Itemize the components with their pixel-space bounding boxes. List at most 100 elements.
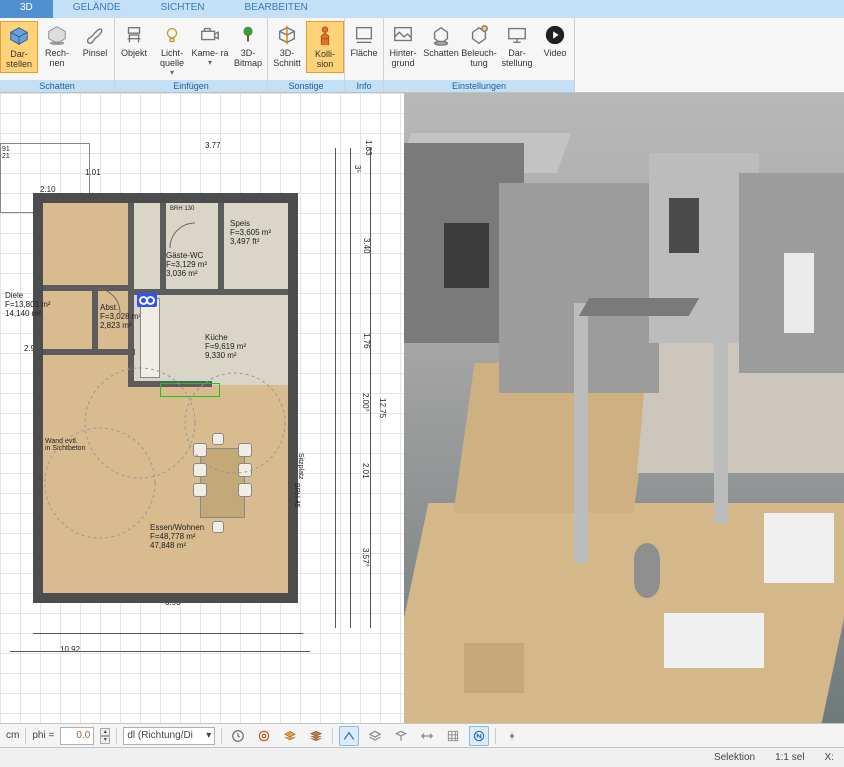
rechnen-label: Rech- nen <box>38 49 76 69</box>
phi-input[interactable] <box>60 727 94 745</box>
cooktop-icon <box>137 293 157 307</box>
cube-shadow-icon <box>45 23 69 47</box>
dim-3r: 3⁵ <box>353 165 362 173</box>
display-icon <box>505 23 529 47</box>
unit-label: cm <box>6 730 19 741</box>
note-part: 9121 <box>2 146 10 160</box>
note-wand: Wand evtl. in Sichtbeton <box>45 438 85 452</box>
tab-gelaende[interactable]: GELÄNDE <box>53 0 141 18</box>
dim-3.57: 3.57° <box>361 548 370 567</box>
background-icon <box>391 23 415 47</box>
ribbon: Dar- stellen Rech- nen Pinsel Schatten O… <box>0 18 844 93</box>
snap-layers-icon[interactable] <box>365 726 385 746</box>
kamera-button[interactable]: Kame- ra▾ <box>191 21 229 70</box>
bitmap-label: 3D- Bitmap <box>229 49 267 69</box>
bulb-icon <box>160 23 184 47</box>
video-label: Video <box>544 49 567 59</box>
snap-north-icon[interactable] <box>469 726 489 746</box>
lichtquelle-label: Licht- quelle <box>153 49 191 69</box>
dim-2.00: 2.00° <box>361 393 370 412</box>
schnitt-button[interactable]: 3D- Schnitt <box>268 21 306 71</box>
snap-plane-icon[interactable] <box>391 726 411 746</box>
kollision-label: Kolli- sion <box>307 50 343 70</box>
room-gaestewc: Gäste-WC F=3,129 m² 3,036 m² <box>166 251 207 279</box>
group-info: Info <box>345 80 383 92</box>
section-icon <box>275 23 299 47</box>
label-brh130: BRH 130 <box>170 206 194 213</box>
lighting-icon <box>467 23 491 47</box>
hintergrund-button[interactable]: Hinter- grund <box>384 21 422 71</box>
snap-endpoint-icon[interactable] <box>339 726 359 746</box>
camera-icon <box>198 23 222 47</box>
tab-bearbeiten[interactable]: BEARBEITEN <box>225 0 328 18</box>
video-button[interactable]: Video <box>536 21 574 61</box>
label-sitzplatz: Sitzplatz <box>296 453 304 479</box>
tab-3d[interactable]: 3D <box>0 0 53 18</box>
layers2-icon[interactable] <box>306 726 326 746</box>
main-tabs: 3D GELÄNDE SICHTEN BEARBEITEN <box>0 0 844 18</box>
phi-label: phi = <box>32 730 54 741</box>
flaeche-label: Fläche <box>350 49 377 59</box>
dim-3.77: 3.77 <box>205 141 221 150</box>
darstellen-label: Dar- stellen <box>1 50 37 70</box>
tree-icon <box>236 23 260 47</box>
info-small-icon[interactable] <box>502 726 522 746</box>
room-kueche: Küche F=9,619 m² 9,330 m² <box>205 333 246 361</box>
darstellung-button[interactable]: Dar- stellung <box>498 21 536 71</box>
phi-spinner[interactable]: ▴▾ <box>100 728 110 744</box>
group-sonstige: Sonstige <box>268 80 344 92</box>
lichtquelle-button[interactable]: Licht- quelle▾ <box>153 21 191 80</box>
cube-icon <box>7 24 31 48</box>
darstellen-button[interactable]: Dar- stellen <box>0 21 38 73</box>
brush-icon <box>83 23 107 47</box>
group-einstellungen: Einstellungen <box>384 80 574 92</box>
shadow-icon <box>429 23 453 47</box>
beleuchtung-button[interactable]: Beleuch- tung <box>460 21 498 71</box>
schatten-label: Schatten <box>423 49 459 59</box>
viewport-2d[interactable]: 9121 3.77 1.83 3⁵ 3.40 1.76 12.75 2.00° … <box>0 93 404 723</box>
dim-1.01a: 1.01 <box>85 168 101 177</box>
beleuchtung-label: Beleuch- tung <box>460 49 498 69</box>
pinsel-button[interactable]: Pinsel <box>76 21 114 61</box>
snap-grid-icon[interactable] <box>443 726 463 746</box>
room-abst: Abst. F=3,028 m² 2,823 m² <box>100 303 141 331</box>
status-bar: Selektion 1:1 sel X: <box>0 747 844 767</box>
flaeche-button[interactable]: Fläche <box>345 21 383 61</box>
person-icon <box>313 24 337 48</box>
status-selektion: Selektion <box>714 752 755 763</box>
selection-highlight <box>160 383 220 397</box>
play-icon <box>543 23 567 47</box>
rechnen-button[interactable]: Rech- nen <box>38 21 76 71</box>
layers1-icon[interactable] <box>280 726 300 746</box>
chair-icon <box>122 23 146 47</box>
tab-sichten[interactable]: SICHTEN <box>141 0 225 18</box>
viewport-3d[interactable] <box>404 93 844 723</box>
area-icon <box>352 23 376 47</box>
hintergrund-label: Hinter- grund <box>384 49 422 69</box>
history-icon[interactable] <box>228 726 248 746</box>
target-icon[interactable] <box>254 726 274 746</box>
room-essen: Essen/Wohnen F=48,778 m² 47,848 m² <box>150 523 204 551</box>
snap-construct-icon[interactable] <box>417 726 437 746</box>
kollision-button[interactable]: Kolli- sion <box>306 21 344 73</box>
dim-10.92: 10.92 <box>60 645 80 654</box>
bottom-toolbar: cm phi = ▴▾ dl (Richtung/Di▾ <box>0 723 844 747</box>
group-einfuegen: Einfügen <box>115 80 267 92</box>
objekt-label: Objekt <box>121 49 147 59</box>
schatten-button[interactable]: Schatten <box>422 21 460 61</box>
schnitt-label: 3D- Schnitt <box>268 49 306 69</box>
group-schatten: Schatten <box>0 80 114 92</box>
objekt-button[interactable]: Objekt <box>115 21 153 61</box>
status-x: X: <box>825 752 834 763</box>
dim-1.83t: 1.83 <box>364 140 373 156</box>
room-speis: Speis F=3,605 m² 3,497 ft² <box>230 219 271 247</box>
direction-combo[interactable]: dl (Richtung/Di▾ <box>123 727 215 745</box>
status-ratio: 1:1 sel <box>775 752 804 763</box>
pinsel-label: Pinsel <box>83 49 108 59</box>
darstellung-label: Dar- stellung <box>498 49 536 69</box>
dim-2.01: 2.01 <box>361 463 370 479</box>
bitmap-button[interactable]: 3D- Bitmap <box>229 21 267 71</box>
room-diele: Diele F=13,801 m² 14,140 m² <box>5 291 51 319</box>
dim-12.75: 12.75 <box>378 398 387 418</box>
workspace: 9121 3.77 1.83 3⁵ 3.40 1.76 12.75 2.00° … <box>0 93 844 723</box>
